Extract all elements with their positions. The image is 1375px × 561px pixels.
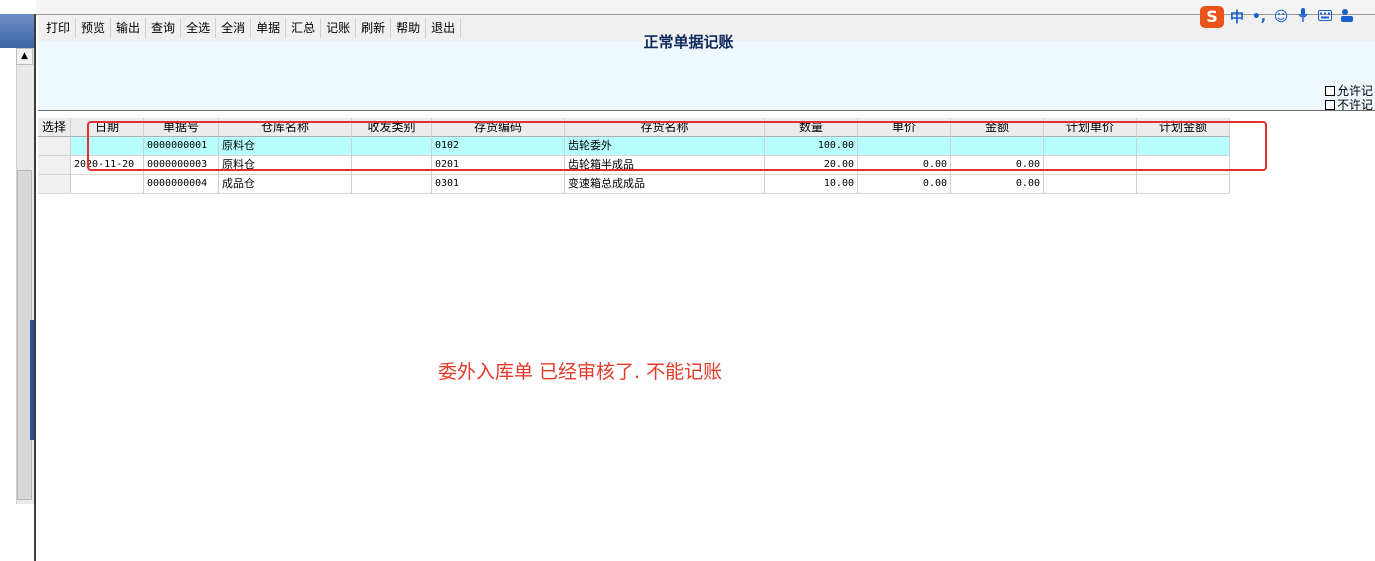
header-select[interactable]: 选择	[38, 118, 71, 137]
amount-cell: 0.00	[951, 175, 1044, 194]
posting-options: 允许记 不许记	[1325, 84, 1373, 112]
io-type-cell	[352, 175, 432, 194]
table-row[interactable]: 0000000004 成品仓 0301 变速箱总成成品 10.00 0.00 0…	[38, 175, 1230, 194]
user-skin-icon[interactable]	[1338, 8, 1356, 26]
disallow-post-option[interactable]: 不许记	[1325, 98, 1373, 112]
plan-price-cell	[1044, 175, 1137, 194]
row-select-cell[interactable]	[38, 175, 71, 194]
ime-toolbar: S 中 •, ☺	[1200, 4, 1375, 30]
price-cell: 0.00	[858, 175, 951, 194]
warehouse-cell: 成品仓	[219, 175, 352, 194]
ime-punct-toggle[interactable]: •,	[1250, 9, 1268, 25]
item-name-cell: 变速箱总成成品	[565, 175, 765, 194]
panel-divider	[34, 14, 36, 561]
disallow-post-checkbox[interactable]	[1325, 100, 1335, 110]
disallow-post-label: 不许记	[1337, 98, 1374, 112]
keyboard-icon[interactable]	[1316, 9, 1334, 25]
ime-mode-toggle[interactable]: 中	[1228, 7, 1246, 27]
page-title: 正常单据记账	[643, 33, 734, 51]
row-select-cell[interactable]	[38, 137, 71, 156]
doc-no-cell: 0000000004	[144, 175, 219, 194]
microphone-icon[interactable]	[1294, 8, 1312, 26]
left-panel: ▲	[0, 0, 36, 561]
date-cell	[71, 175, 144, 194]
window-top-bar	[36, 0, 1375, 15]
item-code-cell: 0301	[432, 175, 565, 194]
qty-cell: 10.00	[765, 175, 858, 194]
allow-post-label: 允许记	[1337, 84, 1374, 98]
annotation-note: 委外入库单 已经审核了. 不能记账	[438, 361, 723, 383]
allow-post-option[interactable]: 允许记	[1325, 84, 1373, 98]
row-select-cell[interactable]	[38, 156, 71, 175]
plan-amount-cell	[1137, 175, 1230, 194]
annotation-highlight-box	[87, 121, 1267, 171]
allow-post-checkbox[interactable]	[1325, 86, 1335, 96]
emoji-icon[interactable]: ☺	[1272, 9, 1290, 25]
sogou-logo-icon[interactable]: S	[1200, 6, 1224, 28]
